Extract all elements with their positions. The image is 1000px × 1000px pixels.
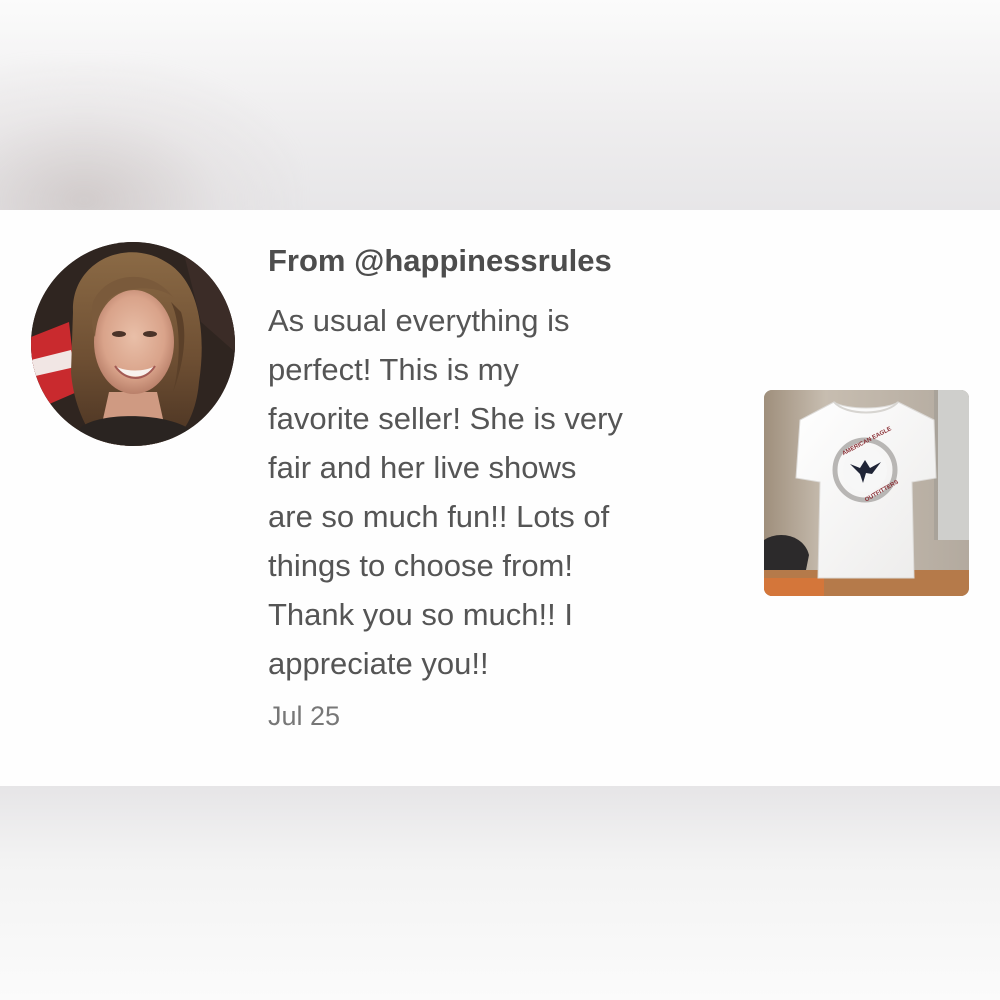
review-content: From @happinessrules As usual everything… — [268, 240, 738, 736]
review-text: As usual everything is perfect! This is … — [268, 303, 623, 681]
reviewer-avatar[interactable] — [31, 242, 235, 446]
review-card: From @happinessrules As usual everything… — [0, 210, 1000, 786]
tshirt-photo-icon: AMERICAN EAGLE OUTFITTERS — [764, 390, 969, 596]
blurred-background-bottom — [0, 786, 1000, 1000]
avatar-photo-icon — [31, 242, 235, 446]
review-author[interactable]: From @happinessrules — [268, 240, 738, 282]
review-screen: From @happinessrules As usual everything… — [0, 0, 1000, 1000]
product-thumbnail[interactable]: AMERICAN EAGLE OUTFITTERS — [764, 390, 969, 596]
blurred-background-top — [0, 0, 1000, 210]
review-date: Jul 25 — [268, 701, 341, 731]
